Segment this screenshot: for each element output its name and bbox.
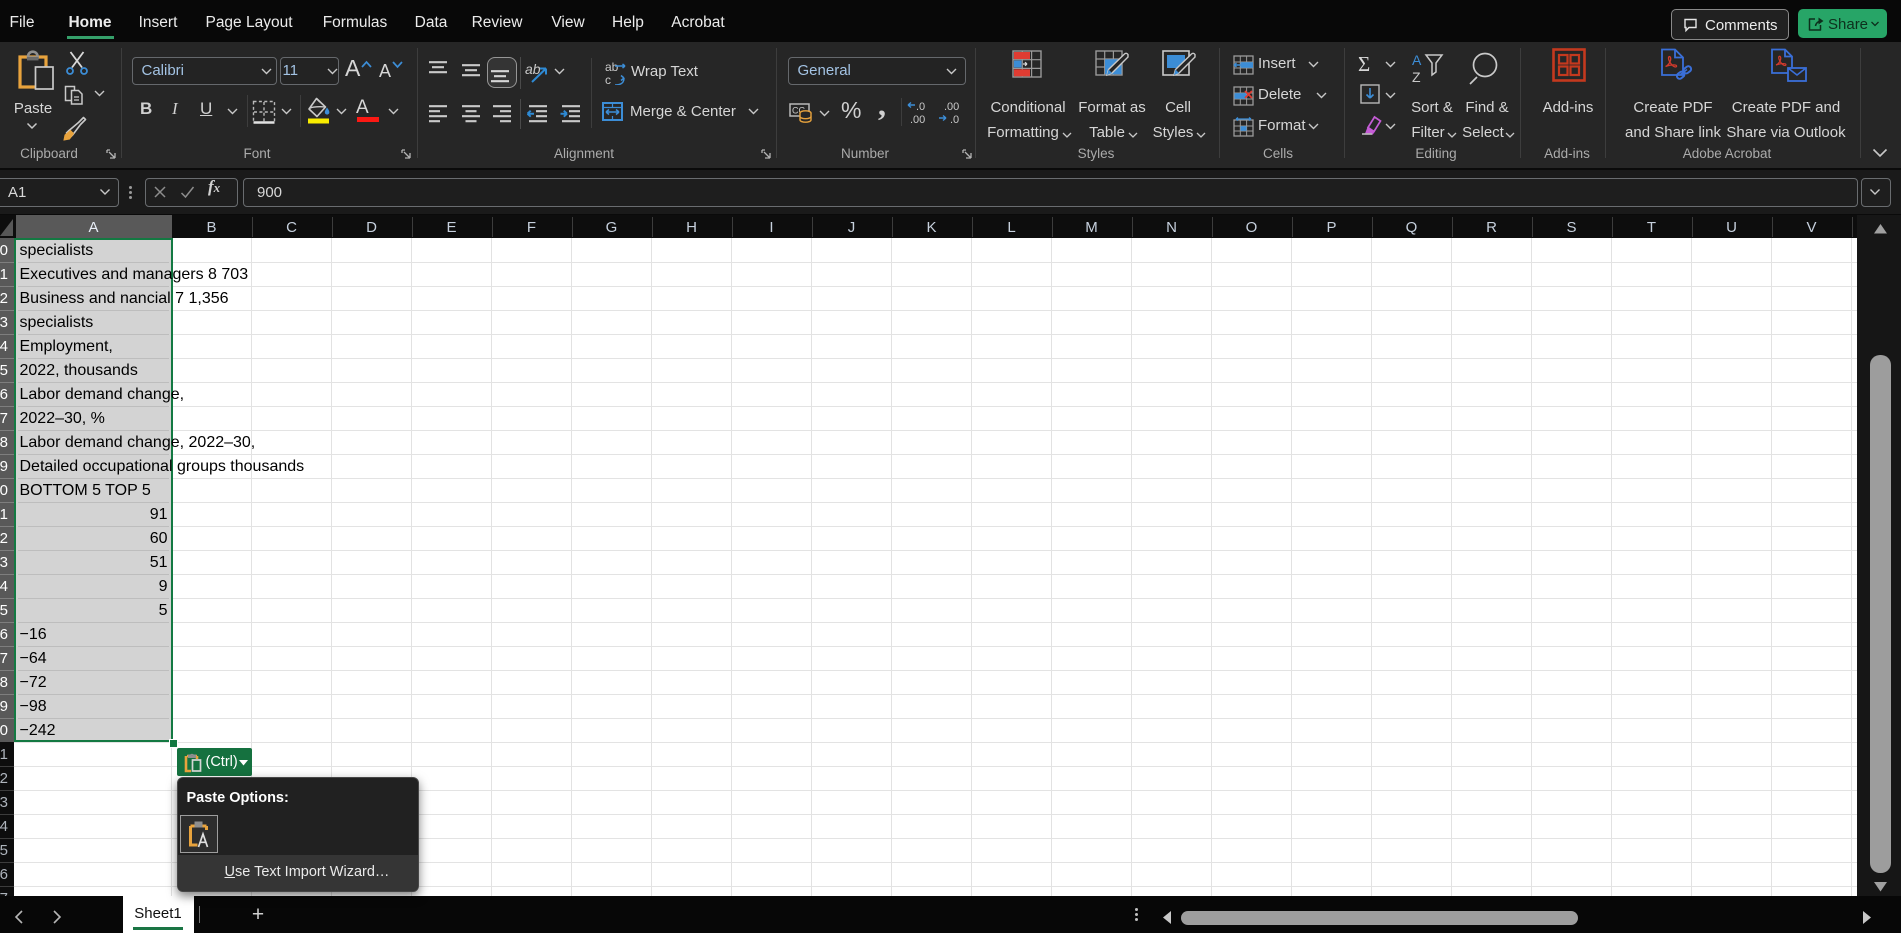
svg-text:Z: Z <box>1412 69 1421 84</box>
svg-text:.00: .00 <box>944 101 959 113</box>
svg-text:A: A <box>1412 52 1422 68</box>
svg-text:c: c <box>605 73 611 85</box>
svg-text:.00: .00 <box>910 114 925 126</box>
svg-text:.0: .0 <box>950 114 959 126</box>
svg-text:.0: .0 <box>916 101 925 113</box>
